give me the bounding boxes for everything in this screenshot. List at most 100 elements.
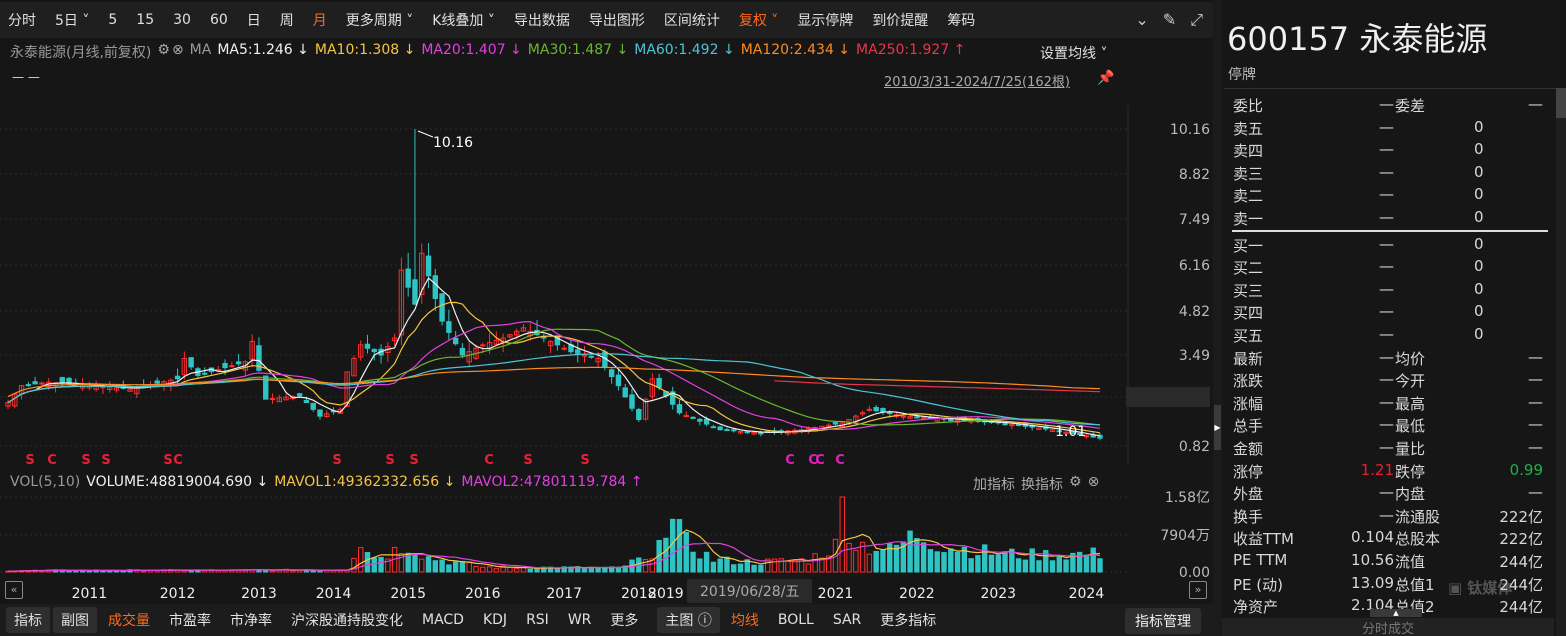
candle-body bbox=[1009, 424, 1015, 427]
indicator-tab-11[interactable]: 主图 ⓘ bbox=[657, 607, 720, 633]
y-tick-label: 0.82 bbox=[1179, 439, 1210, 455]
event-marker-icon: S bbox=[25, 453, 34, 468]
indicator-tab-6[interactable]: MACD bbox=[414, 609, 472, 631]
y-tick-label: 6.16 bbox=[1179, 258, 1210, 274]
indicator-tab-10[interactable]: 更多 bbox=[602, 607, 646, 633]
scroll-right-button[interactable]: » bbox=[1189, 581, 1207, 599]
trade-detail-tab[interactable]: 分时成交 bbox=[1222, 618, 1554, 636]
volume-bar bbox=[520, 567, 527, 573]
indicator-tab-15[interactable]: 更多指标 bbox=[872, 607, 944, 633]
volume-bar bbox=[1076, 551, 1083, 573]
indicator-tab-5[interactable]: 沪深股通持股变化 bbox=[283, 607, 411, 633]
volume-bar bbox=[968, 558, 974, 573]
volume-bar bbox=[513, 567, 520, 573]
quote-value: 13.09 bbox=[1351, 573, 1394, 592]
indicator-tab-9[interactable]: WR bbox=[560, 609, 600, 631]
add-indicator-button[interactable]: 加指标 bbox=[973, 474, 1015, 494]
quote-value: — bbox=[1379, 302, 1394, 321]
indicator-tab-3[interactable]: 市盈率 bbox=[161, 607, 219, 633]
volume-bar bbox=[534, 568, 540, 573]
gear-icon[interactable]: ⚙ bbox=[1069, 474, 1082, 494]
kline-chart[interactable]: 10.168.827.496.164.823.492.030.8210.161.… bbox=[0, 0, 1213, 604]
event-marker-icon: C bbox=[785, 453, 795, 468]
scrollbar[interactable] bbox=[1556, 88, 1566, 636]
candle-body bbox=[866, 408, 873, 411]
volume-bar bbox=[432, 560, 439, 573]
indicator-tab-13[interactable]: BOLL bbox=[770, 609, 822, 631]
y-tick-label: 8.82 bbox=[1179, 167, 1210, 183]
volume-bar bbox=[473, 566, 479, 573]
volume-bar bbox=[419, 558, 425, 573]
quote-value: — bbox=[1379, 162, 1394, 181]
switch-indicator-button[interactable]: 换指标 bbox=[1021, 474, 1063, 494]
quote-label: 最低 bbox=[1395, 417, 1426, 436]
candle-body bbox=[710, 426, 717, 429]
event-marker-icon: S bbox=[81, 453, 90, 468]
volume-bar bbox=[357, 547, 364, 573]
volume-bar bbox=[527, 568, 533, 573]
volume-bar bbox=[1049, 560, 1056, 573]
event-marker-icon: S bbox=[409, 453, 418, 468]
volume-bar bbox=[181, 570, 188, 573]
quote-row: 金额 — 量比 — bbox=[1224, 436, 1556, 458]
volume-bar bbox=[466, 561, 472, 573]
candle-body bbox=[364, 343, 371, 349]
trading-status: 停牌 bbox=[1228, 67, 1256, 83]
candle-body bbox=[608, 369, 615, 378]
quote-table: 委比 — 委差 — 卖五 —0 卖四 —0 卖三 —0 卖二 —0 卖一 —0 买一 —0 买二 —0 买三 —0 买四… bbox=[1224, 88, 1556, 616]
candle-body bbox=[948, 419, 954, 422]
volume-bar bbox=[290, 570, 296, 573]
x-tick-label: 2021 bbox=[818, 586, 854, 602]
indicator-management-button[interactable]: 指标管理 bbox=[1125, 608, 1201, 634]
indicator-tab-12[interactable]: 均线 bbox=[723, 607, 767, 633]
scroll-left-button[interactable]: « bbox=[5, 581, 23, 599]
volume-bar bbox=[425, 556, 432, 573]
indicator-tab-8[interactable]: RSI bbox=[518, 609, 557, 631]
collapse-arrow-icon[interactable]: ▶ bbox=[1214, 405, 1221, 450]
quote-row: 买二 — 0 bbox=[1224, 255, 1556, 277]
panel-splitter[interactable]: ▶ bbox=[1213, 0, 1222, 636]
x-tick-label: 2013 bbox=[241, 586, 277, 602]
volume-bar bbox=[480, 566, 486, 573]
quote-label: 买二 bbox=[1233, 259, 1264, 278]
volume-bar bbox=[554, 568, 561, 573]
volume-bar bbox=[690, 551, 696, 573]
indicator-tab-7[interactable]: KDJ bbox=[475, 609, 515, 631]
quote-value: 1.21 bbox=[1360, 460, 1394, 479]
volume-bar bbox=[269, 570, 276, 573]
collapse-up-button[interactable]: ▲ bbox=[1370, 609, 1422, 617]
indicator-tab-1[interactable]: 副图 bbox=[53, 607, 97, 633]
volume-bar bbox=[785, 560, 791, 573]
volume-bar bbox=[663, 537, 669, 573]
quote-value: — bbox=[1379, 370, 1394, 389]
indicator-tab-4[interactable]: 市净率 bbox=[222, 607, 280, 633]
quote-label: 涨跌 bbox=[1233, 372, 1264, 391]
quote-value: 244亿 bbox=[1499, 598, 1543, 617]
quote-value: 10.56 bbox=[1351, 551, 1394, 569]
volume-bar bbox=[995, 554, 1001, 573]
volume-bar bbox=[1015, 558, 1022, 573]
indicator-tab-14[interactable]: SAR bbox=[825, 609, 869, 631]
indicator-tab-0[interactable]: 指标 bbox=[6, 607, 50, 633]
quote-label: 量比 bbox=[1395, 440, 1426, 458]
volume-bar bbox=[975, 555, 981, 573]
candle-body bbox=[622, 387, 628, 398]
quote-label: 卖四 bbox=[1233, 142, 1264, 161]
quote-label: 内盘 bbox=[1395, 485, 1426, 504]
volume-bar bbox=[493, 568, 500, 573]
candle-body bbox=[459, 347, 466, 356]
quote-value: — bbox=[1528, 483, 1543, 502]
candle-body bbox=[235, 361, 242, 365]
indicator-bar: 指标 副图 成交量 市盈率 市净率 沪深股通持股变化 MACD KDJ RSI WR 更多 主图 ⓘ 均… bbox=[0, 604, 1213, 636]
candle-body bbox=[296, 393, 303, 397]
max-price-label: 10.16 bbox=[433, 135, 473, 151]
quote-value: — bbox=[1528, 415, 1543, 434]
candle-body bbox=[690, 416, 696, 419]
quote-value: 0 bbox=[1474, 140, 1484, 159]
candle-body bbox=[683, 415, 689, 418]
quote-value: — bbox=[1379, 140, 1394, 159]
quote-label: 最高 bbox=[1395, 394, 1426, 413]
indicator-tab-2[interactable]: 成交量 bbox=[100, 607, 158, 633]
close-icon[interactable]: ⊗ bbox=[1088, 474, 1100, 494]
quote-label: 委比 bbox=[1233, 97, 1264, 115]
